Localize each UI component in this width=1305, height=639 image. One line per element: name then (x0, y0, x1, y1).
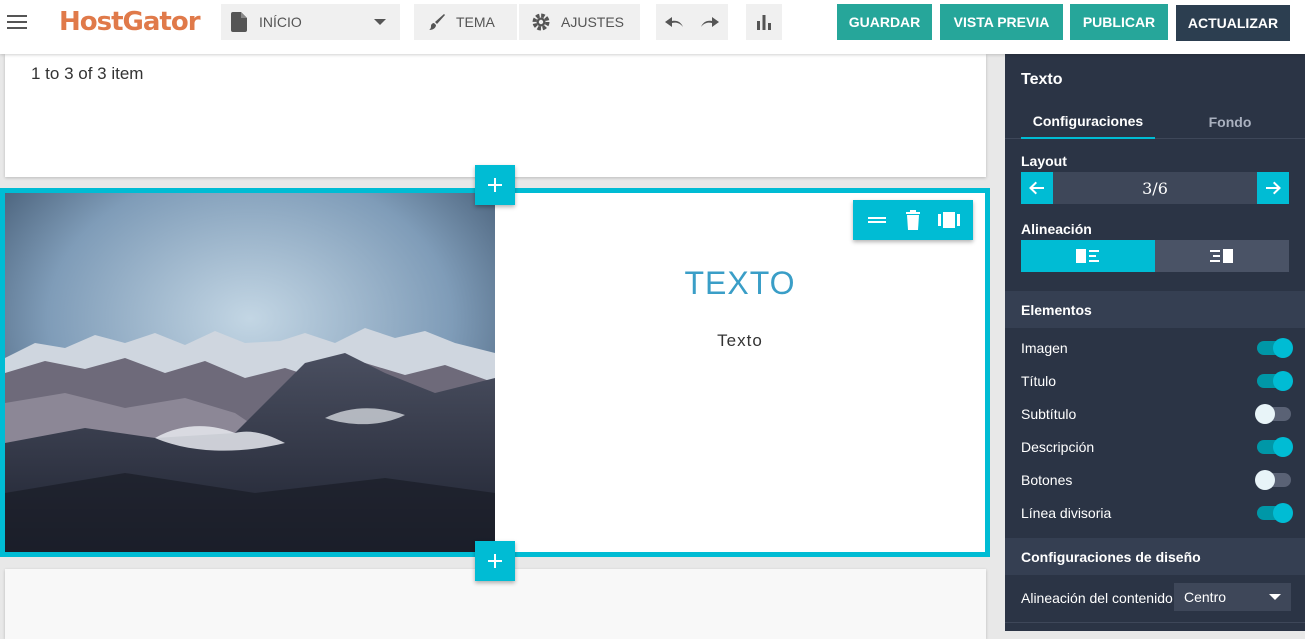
arrow-right-icon (1266, 181, 1281, 195)
menu-icon[interactable] (7, 12, 27, 30)
element-row-subtitulo: Subtítulo (1021, 403, 1291, 425)
layout-stepper: 3/6 (1021, 172, 1289, 204)
design-settings-header: Configuraciones de diseño (1005, 538, 1305, 575)
undo-redo-group (656, 4, 728, 40)
content-alignment-row: Alineación del contenido Centro (1021, 582, 1291, 614)
bar-chart-icon (755, 13, 773, 31)
element-row-titulo: Título (1021, 370, 1293, 392)
section-body[interactable]: Texto (495, 331, 985, 351)
actualizar-button[interactable]: ACTUALIZAR (1176, 5, 1290, 41)
subtitulo-toggle[interactable] (1255, 404, 1291, 424)
elements-header: Elementos (1005, 291, 1305, 328)
element-label: Botones (1021, 472, 1073, 488)
botones-toggle[interactable] (1255, 470, 1291, 490)
vista-previa-button[interactable]: VISTA PREVIA (940, 4, 1063, 40)
panel-tabs: Configuraciones Fondo (1005, 104, 1305, 139)
brush-icon (428, 13, 446, 31)
page-select-label: INÍCIO (259, 14, 302, 30)
hostgator-logo[interactable]: HostGator (59, 7, 201, 37)
top-toolbar: HostGator INÍCIO TEMA AJUSTES GUARDAR VI… (0, 0, 1305, 54)
add-section-above-button[interactable] (475, 165, 515, 205)
stats-button[interactable] (746, 4, 782, 40)
layout-next-button[interactable] (1257, 172, 1289, 204)
ajustes-button[interactable]: AJUSTES (519, 4, 640, 40)
mountain-image[interactable] (5, 193, 495, 552)
linea-divisoria-toggle[interactable] (1257, 503, 1293, 523)
selected-section[interactable]: TEXTO Texto (0, 188, 990, 557)
tab-fondo[interactable]: Fondo (1165, 104, 1295, 139)
element-label: Imagen (1021, 340, 1068, 356)
arrow-left-icon (1029, 181, 1044, 195)
page-icon (231, 12, 247, 32)
previous-section[interactable]: 1 to 3 of 3 item (5, 54, 986, 177)
panel-divider (1005, 622, 1305, 623)
editor-canvas: 1 to 3 of 3 item TEXTO Texto (0, 54, 1005, 639)
plus-icon (488, 178, 502, 192)
element-label: Subtítulo (1021, 406, 1077, 422)
layout-label: Layout (1021, 153, 1067, 169)
image-right-icon (1210, 249, 1233, 263)
columns-icon[interactable] (937, 208, 961, 232)
items-count: 1 to 3 of 3 item (31, 64, 144, 83)
content-alignment-select[interactable]: Centro (1174, 583, 1291, 611)
chevron-down-icon (374, 19, 386, 25)
layout-value: 3/6 (1142, 178, 1168, 198)
section-tools (853, 200, 973, 240)
tema-label: TEMA (456, 14, 495, 30)
drag-handle-icon[interactable] (865, 208, 889, 232)
redo-icon[interactable] (699, 15, 721, 29)
publicar-button[interactable]: PUBLICAR (1070, 4, 1168, 40)
element-label: Descripción (1021, 439, 1095, 455)
page-select[interactable]: INÍCIO (221, 4, 400, 40)
alignment-toggle (1021, 240, 1289, 272)
element-row-botones: Botones (1021, 469, 1291, 491)
align-image-right-button[interactable] (1155, 240, 1289, 272)
chevron-down-icon (1269, 594, 1281, 600)
trash-icon[interactable] (901, 208, 925, 232)
content-alignment-value: Centro (1184, 589, 1227, 605)
gear-icon (531, 12, 551, 32)
element-row-linea-divisoria: Línea divisoria (1021, 502, 1293, 524)
tema-button[interactable]: TEMA (414, 4, 517, 40)
element-row-descripcion: Descripción (1021, 436, 1293, 458)
section-title[interactable]: TEXTO (495, 265, 985, 302)
image-left-icon (1076, 249, 1099, 263)
tab-configuraciones[interactable]: Configuraciones (1021, 104, 1155, 139)
layout-prev-button[interactable] (1021, 172, 1053, 204)
alignment-label: Alineación (1021, 221, 1092, 237)
imagen-toggle[interactable] (1257, 338, 1293, 358)
element-label: Título (1021, 373, 1057, 389)
settings-panel: Texto Configuraciones Fondo Layout 3/6 A… (1005, 54, 1305, 631)
content-alignment-label: Alineación del contenido (1021, 590, 1173, 606)
plus-icon (488, 554, 502, 568)
align-image-left-button[interactable] (1021, 240, 1155, 272)
element-row-imagen: Imagen (1021, 337, 1293, 359)
guardar-button[interactable]: GUARDAR (837, 4, 932, 40)
undo-icon[interactable] (663, 15, 685, 29)
element-label: Línea divisoria (1021, 505, 1112, 521)
titulo-toggle[interactable] (1257, 371, 1293, 391)
descripcion-toggle[interactable] (1257, 437, 1293, 457)
panel-title: Texto (1021, 71, 1063, 88)
ajustes-label: AJUSTES (561, 14, 625, 30)
add-section-below-button[interactable] (475, 541, 515, 581)
